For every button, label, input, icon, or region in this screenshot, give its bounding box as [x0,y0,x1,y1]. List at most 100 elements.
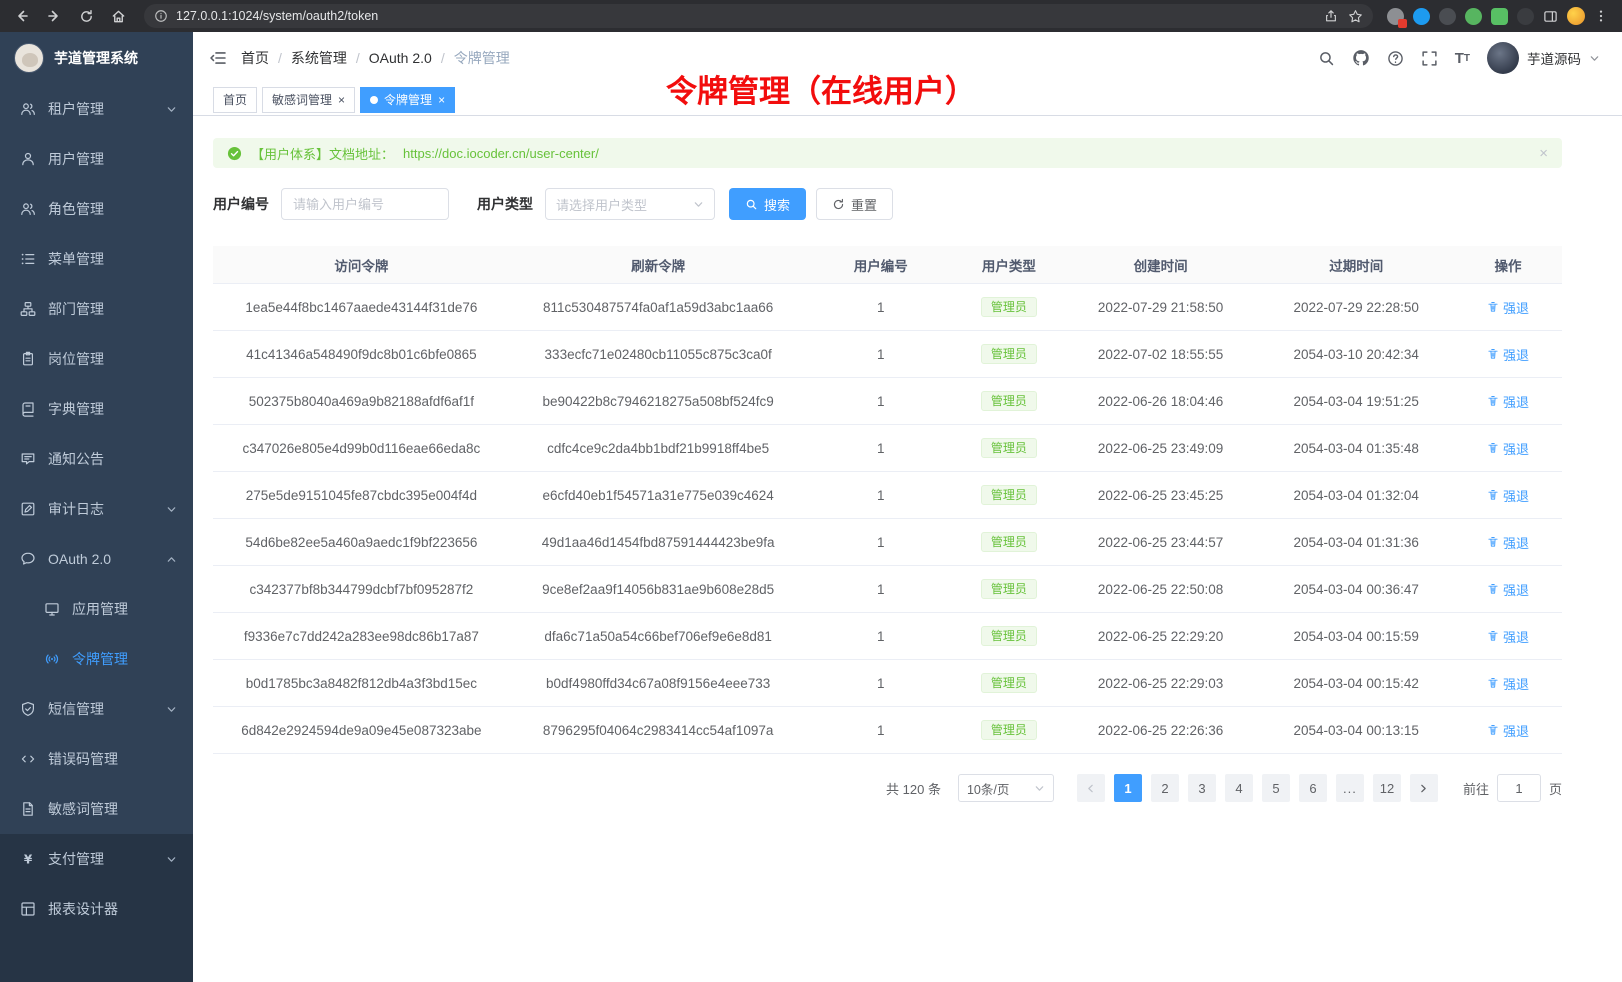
sidebar-item-tenant[interactable]: 租户管理 [0,84,193,134]
reset-button[interactable]: 重置 [816,188,893,220]
app-shell: 芋道管理系统 租户管理用户管理角色管理菜单管理部门管理岗位管理字典管理通知公告审… [0,32,1622,982]
caret-down-icon [1589,53,1600,64]
tab-close-icon[interactable]: × [338,93,345,107]
alert-close-icon[interactable]: × [1539,145,1548,162]
chevron-down-icon [166,504,177,515]
force-logout-label: 强退 [1503,674,1529,693]
side-panel-icon[interactable] [1543,9,1558,24]
user-type-select[interactable]: 请选择用户类型 [545,188,715,220]
sidebar-item-sensitive[interactable]: 敏感词管理 [0,784,193,834]
extension-icon[interactable] [1387,8,1404,25]
breadcrumb-item[interactable]: OAuth 2.0 [369,50,432,66]
tab-敏感词管理[interactable]: 敏感词管理× [262,87,355,113]
access-token-cell: c347026e805e4d99b0d116eae66eda8c [213,441,510,456]
user-type-tag: 管理员 [981,673,1037,693]
browser-extensions [1387,7,1612,25]
access-token-cell: b0d1785bc3a8482f812db4a3f3bd15ec [213,676,510,691]
user-type-tag: 管理员 [981,344,1037,364]
browser-home-button[interactable] [106,4,130,28]
doc-icon [20,801,36,817]
prev-page-button[interactable] [1077,774,1105,802]
force-logout-button[interactable]: 强退 [1487,486,1529,505]
user-id-input[interactable] [281,188,449,220]
force-logout-button[interactable]: 强退 [1487,392,1529,411]
help-icon[interactable] [1387,50,1404,67]
site-info-icon[interactable] [154,9,168,23]
github-icon[interactable] [1352,49,1370,67]
logo-avatar [14,43,44,73]
sidebar-item-label: 部门管理 [48,299,177,319]
force-logout-button[interactable]: 强退 [1487,580,1529,599]
sidebar-item-notice[interactable]: 通知公告 [0,434,193,484]
sidebar-item-label: 令牌管理 [72,649,177,669]
share-icon[interactable] [1324,9,1338,23]
force-logout-button[interactable]: 强退 [1487,439,1529,458]
force-logout-button[interactable]: 强退 [1487,674,1529,693]
doc-link[interactable]: https://doc.iocoder.cn/user-center/ [403,146,599,161]
extension-badge [1398,19,1407,28]
page-button-6[interactable]: 6 [1299,774,1327,802]
sidebar-item-user[interactable]: 用户管理 [0,134,193,184]
extension-icon[interactable] [1439,8,1456,25]
extension-icon[interactable] [1413,8,1430,25]
user-type-cell: 管理员 [955,532,1063,552]
table-body: 1ea5e44f8bc1467aaede43144f31de76811c5304… [213,284,1562,754]
chevron-down-icon [693,199,704,210]
page-button-12[interactable]: 12 [1373,774,1401,802]
page-button-3[interactable]: 3 [1188,774,1216,802]
force-logout-button[interactable]: 强退 [1487,721,1529,740]
browser-back-button[interactable] [10,4,34,28]
page-button-5[interactable]: 5 [1262,774,1290,802]
sidebar-item-report[interactable]: 报表设计器 [0,884,193,934]
sidebar-item-post[interactable]: 岗位管理 [0,334,193,384]
page-size-select[interactable]: 10条/页 [958,774,1054,802]
browser-forward-button[interactable] [42,4,66,28]
browser-menu-icon[interactable] [1594,9,1608,23]
search-button[interactable]: 搜索 [729,188,806,220]
search-icon[interactable] [1318,50,1335,67]
sidebar-item-menu[interactable]: 菜单管理 [0,234,193,284]
sidebar-item-sms[interactable]: 短信管理 [0,684,193,734]
breadcrumb-item[interactable]: 系统管理 [291,48,347,68]
browser-profile-avatar[interactable] [1567,7,1585,25]
tab-令牌管理[interactable]: 令牌管理× [360,87,455,113]
extension-icon[interactable] [1465,8,1482,25]
user-type-cell: 管理员 [955,720,1063,740]
sidebar-item-app[interactable]: 应用管理 [0,584,193,634]
force-logout-button[interactable]: 强退 [1487,627,1529,646]
force-logout-button[interactable]: 强退 [1487,533,1529,552]
breadcrumb-item[interactable]: 首页 [241,48,269,68]
page-button-2[interactable]: 2 [1151,774,1179,802]
extension-icon[interactable] [1491,8,1508,25]
force-logout-button[interactable]: 强退 [1487,298,1529,317]
extension-icon[interactable] [1517,8,1534,25]
browser-reload-button[interactable] [74,4,98,28]
sidebar-item-errcode[interactable]: 错误码管理 [0,734,193,784]
browser-address-bar[interactable]: 127.0.0.1:1024/system/oauth2/token [144,4,1373,28]
url-text[interactable]: 127.0.0.1:1024/system/oauth2/token [176,9,1316,23]
sidebar-item-dept[interactable]: 部门管理 [0,284,193,334]
fullscreen-icon[interactable] [1421,50,1438,67]
tab-close-icon[interactable]: × [438,93,445,107]
force-logout-button[interactable]: 强退 [1487,345,1529,364]
tree-icon [20,301,36,317]
sidebar-fold-icon[interactable] [209,49,227,67]
goto-page-input[interactable] [1497,774,1541,802]
page-more-button[interactable]: ... [1336,774,1364,802]
user-id-cell: 1 [807,441,955,456]
user-menu[interactable]: 芋道源码 [1487,42,1600,74]
sidebar-item-oauth[interactable]: OAuth 2.0 [0,534,193,584]
page-button-4[interactable]: 4 [1225,774,1253,802]
next-page-button[interactable] [1410,774,1438,802]
app-logo[interactable]: 芋道管理系统 [0,32,193,84]
sidebar-item-log[interactable]: 审计日志 [0,484,193,534]
tab-首页[interactable]: 首页 [213,87,257,113]
sidebar-item-dict[interactable]: 字典管理 [0,384,193,434]
bookmark-star-icon[interactable] [1348,9,1363,24]
force-logout-label: 强退 [1503,627,1529,646]
sidebar-item-token[interactable]: 令牌管理 [0,634,193,684]
page-button-1[interactable]: 1 [1114,774,1142,802]
sidebar-item-pay[interactable]: ¥支付管理 [0,834,193,884]
font-size-icon[interactable]: TT [1455,50,1470,67]
sidebar-item-role[interactable]: 角色管理 [0,184,193,234]
